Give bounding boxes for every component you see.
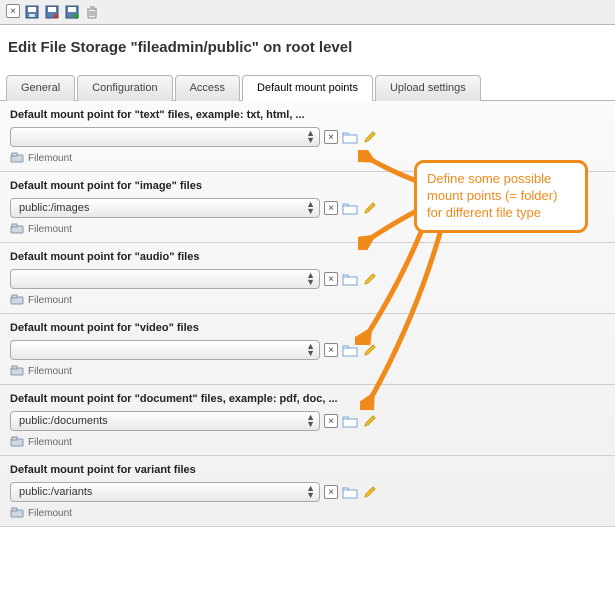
clear-icon[interactable]: × — [324, 414, 338, 428]
edit-pencil-icon[interactable] — [362, 484, 378, 500]
input-row: ▲▼ × — [10, 127, 605, 147]
close-icon[interactable]: × — [6, 4, 20, 18]
edit-pencil-icon[interactable] — [362, 413, 378, 429]
top-toolbar: × — [0, 0, 615, 25]
filemount-icon — [10, 293, 24, 307]
clear-icon[interactable]: × — [324, 485, 338, 499]
tab-configuration[interactable]: Configuration — [77, 75, 172, 101]
mount-select[interactable]: ▲▼ — [10, 127, 320, 147]
mount-select[interactable]: public:/documents ▲▼ — [10, 411, 320, 431]
filemount-icon — [10, 506, 24, 520]
callout-line: Define some possible — [427, 171, 575, 188]
folder-browse-icon[interactable] — [342, 271, 358, 287]
filemount-icon — [10, 364, 24, 378]
filemount-label: Filemount — [28, 437, 72, 448]
select-arrows-icon: ▲▼ — [306, 485, 315, 499]
select-arrows-icon: ▲▼ — [306, 343, 315, 357]
clear-icon[interactable]: × — [324, 130, 338, 144]
input-row: ▲▼ × — [10, 340, 605, 360]
section-label: Default mount point for "audio" files — [10, 251, 605, 263]
select-arrows-icon: ▲▼ — [306, 201, 315, 215]
edit-pencil-icon[interactable] — [362, 200, 378, 216]
input-row: ▲▼ × — [10, 269, 605, 289]
folder-browse-icon[interactable] — [342, 413, 358, 429]
filemount-icon — [10, 435, 24, 449]
filemount-label: Filemount — [28, 224, 72, 235]
select-value: public:/images — [19, 202, 89, 214]
edit-pencil-icon[interactable] — [362, 129, 378, 145]
filemount-link[interactable]: Filemount — [10, 364, 605, 378]
folder-browse-icon[interactable] — [342, 342, 358, 358]
select-value: public:/variants — [19, 486, 92, 498]
mount-select[interactable]: public:/images ▲▼ — [10, 198, 320, 218]
tab-access[interactable]: Access — [175, 75, 240, 101]
save-icon[interactable] — [24, 4, 40, 20]
callout-line: mount points (= folder) — [427, 188, 575, 205]
filemount-label: Filemount — [28, 295, 72, 306]
input-row: public:/documents ▲▼ × — [10, 411, 605, 431]
tab-bar: General Configuration Access Default mou… — [0, 74, 615, 101]
select-value: public:/documents — [19, 415, 108, 427]
section-label: Default mount point for "text" files, ex… — [10, 109, 605, 121]
filemount-icon — [10, 151, 24, 165]
section-label: Default mount point for "document" files… — [10, 393, 605, 405]
page-title: Edit File Storage "fileadmin/public" on … — [0, 25, 615, 74]
clear-icon[interactable]: × — [324, 272, 338, 286]
filemount-link[interactable]: Filemount — [10, 435, 605, 449]
mount-select[interactable]: public:/variants ▲▼ — [10, 482, 320, 502]
section-label: Default mount point for "video" files — [10, 322, 605, 334]
mount-select[interactable]: ▲▼ — [10, 269, 320, 289]
filemount-icon — [10, 222, 24, 236]
section-label: Default mount point for variant files — [10, 464, 605, 476]
filemount-label: Filemount — [28, 153, 72, 164]
mount-section: Default mount point for variant files pu… — [0, 456, 615, 527]
input-row: public:/variants ▲▼ × — [10, 482, 605, 502]
callout-line: for different file type — [427, 205, 575, 222]
mount-select[interactable]: ▲▼ — [10, 340, 320, 360]
save-close-icon[interactable] — [44, 4, 60, 20]
mount-section: Default mount point for "audio" files ▲▼… — [0, 243, 615, 314]
folder-browse-icon[interactable] — [342, 200, 358, 216]
folder-browse-icon[interactable] — [342, 484, 358, 500]
tab-upload-settings[interactable]: Upload settings — [375, 75, 481, 101]
tab-default-mount-points[interactable]: Default mount points — [242, 75, 373, 101]
folder-browse-icon[interactable] — [342, 129, 358, 145]
delete-icon[interactable] — [84, 4, 100, 20]
filemount-label: Filemount — [28, 508, 72, 519]
select-arrows-icon: ▲▼ — [306, 414, 315, 428]
mount-section: Default mount point for "video" files ▲▼… — [0, 314, 615, 385]
save-new-icon[interactable] — [64, 4, 80, 20]
tab-general[interactable]: General — [6, 75, 75, 101]
mount-section: Default mount point for "document" files… — [0, 385, 615, 456]
clear-icon[interactable]: × — [324, 343, 338, 357]
select-arrows-icon: ▲▼ — [306, 272, 315, 286]
filemount-link[interactable]: Filemount — [10, 293, 605, 307]
edit-pencil-icon[interactable] — [362, 271, 378, 287]
filemount-label: Filemount — [28, 366, 72, 377]
clear-icon[interactable]: × — [324, 201, 338, 215]
annotation-callout: Define some possible mount points (= fol… — [414, 160, 588, 233]
filemount-link[interactable]: Filemount — [10, 506, 605, 520]
edit-pencil-icon[interactable] — [362, 342, 378, 358]
select-arrows-icon: ▲▼ — [306, 130, 315, 144]
